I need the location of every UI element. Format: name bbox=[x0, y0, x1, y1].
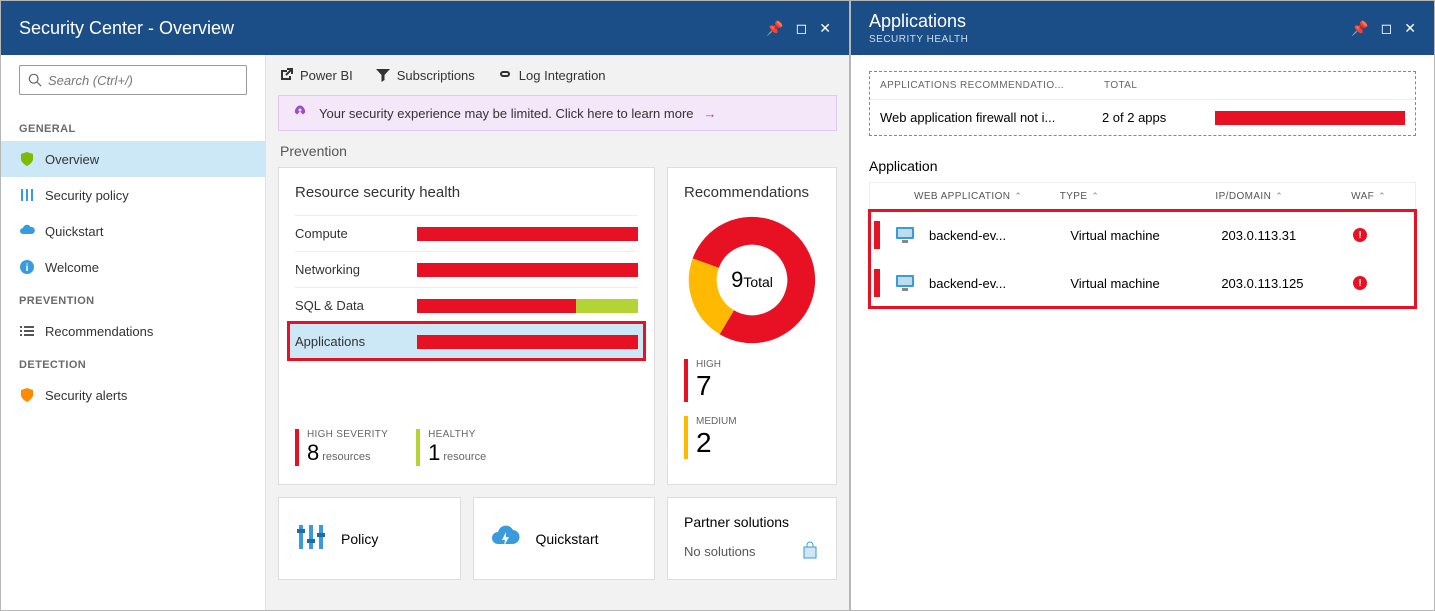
column-header-ip-domain[interactable]: IP/DOMAIN ⌃ bbox=[1215, 191, 1345, 202]
applications-title: Applications bbox=[869, 11, 968, 32]
column-header-waf[interactable]: WAF ⌃ bbox=[1351, 191, 1411, 202]
overview-title: Security Center - Overview bbox=[19, 18, 234, 39]
maximize-icon[interactable]: ◻ bbox=[1381, 20, 1393, 37]
close-icon[interactable]: ✕ bbox=[1404, 20, 1416, 37]
application-row[interactable]: backend-ev... Virtual machine 203.0.113.… bbox=[870, 259, 1415, 307]
card-title: Recommendations bbox=[684, 184, 820, 201]
sidebar-item-welcome[interactable]: i Welcome bbox=[1, 249, 265, 285]
row-networking[interactable]: Networking bbox=[295, 251, 638, 287]
vm-icon bbox=[894, 273, 917, 293]
row-sql-data[interactable]: SQL & Data bbox=[295, 287, 638, 323]
cloud-icon bbox=[19, 223, 35, 239]
search-input[interactable]: Search (Ctrl+/) bbox=[19, 65, 247, 95]
sidebar-item-label: Quickstart bbox=[45, 224, 104, 239]
metric-high-severity: HIGH SEVERITY 8resources bbox=[295, 429, 388, 466]
sort-icon: ⌃ bbox=[1091, 191, 1099, 202]
sidebar: Search (Ctrl+/) GENERAL Overview Securit… bbox=[1, 55, 266, 610]
sort-icon: ⌃ bbox=[1275, 191, 1283, 202]
bag-icon bbox=[800, 540, 820, 563]
waf-alert-icon: ! bbox=[1353, 228, 1367, 242]
toolbar: Power BI Subscriptions Log Integration bbox=[278, 55, 837, 95]
sidebar-item-security-alerts[interactable]: Security alerts bbox=[1, 377, 265, 413]
link-icon bbox=[497, 67, 513, 83]
metric-healthy: HEALTHY 1resource bbox=[416, 429, 486, 466]
sidebar-item-label: Overview bbox=[45, 152, 99, 167]
overview-blade: Security Center - Overview 📌 ◻ ✕ Search … bbox=[0, 0, 850, 611]
card-title: Resource security health bbox=[295, 184, 638, 201]
sidebar-item-label: Welcome bbox=[45, 260, 99, 275]
cloud-bolt-icon bbox=[490, 524, 522, 553]
policy-card[interactable]: Policy bbox=[278, 497, 461, 580]
column-header: TOTAL bbox=[1104, 80, 1137, 91]
pin-icon[interactable]: 📌 bbox=[766, 20, 783, 37]
waf-alert-icon: ! bbox=[1353, 276, 1367, 290]
sidebar-item-label: Recommendations bbox=[45, 324, 153, 339]
section-prevention: PREVENTION bbox=[1, 285, 265, 313]
prevention-heading: Prevention bbox=[280, 143, 837, 159]
sidebar-item-overview[interactable]: Overview bbox=[1, 141, 265, 177]
recommendations-donut: 9Total bbox=[687, 215, 817, 345]
column-header: APPLICATIONS RECOMMENDATIO... bbox=[880, 80, 1080, 91]
sliders-icon bbox=[295, 521, 327, 556]
sidebar-item-quickstart[interactable]: Quickstart bbox=[1, 213, 265, 249]
overview-main: Power BI Subscriptions Log Integration Y… bbox=[266, 55, 849, 610]
metric-rec-medium: MEDIUM 2 bbox=[684, 416, 820, 459]
sliders-icon bbox=[19, 187, 35, 203]
sidebar-item-label: Security policy bbox=[45, 188, 129, 203]
alert-shield-icon bbox=[19, 387, 35, 403]
quickstart-card[interactable]: Quickstart bbox=[473, 497, 656, 580]
external-icon bbox=[278, 67, 294, 83]
sidebar-item-security-policy[interactable]: Security policy bbox=[1, 177, 265, 213]
sort-icon: ⌃ bbox=[1014, 191, 1022, 202]
toolbar-powerbi[interactable]: Power BI bbox=[278, 67, 353, 83]
close-icon[interactable]: ✕ bbox=[819, 20, 831, 37]
limited-experience-banner[interactable]: Your security experience may be limited.… bbox=[278, 95, 837, 131]
column-header-web-application[interactable]: WEB APPLICATION ⌃ bbox=[914, 191, 1054, 202]
applications-recommendations-box: APPLICATIONS RECOMMENDATIO... TOTAL Web … bbox=[869, 71, 1416, 136]
overview-header: Security Center - Overview 📌 ◻ ✕ bbox=[1, 1, 849, 55]
sort-icon: ⌃ bbox=[1378, 191, 1386, 202]
severity-bar bbox=[1215, 111, 1405, 125]
application-section-title: Application bbox=[869, 158, 1416, 174]
severity-stripe bbox=[874, 269, 880, 297]
maximize-icon[interactable]: ◻ bbox=[796, 20, 808, 37]
pin-icon[interactable]: 📌 bbox=[1351, 20, 1368, 37]
toolbar-subscriptions[interactable]: Subscriptions bbox=[375, 67, 475, 83]
rocket-icon bbox=[291, 104, 309, 122]
recommendation-row[interactable]: Web application firewall not i... 2 of 2… bbox=[870, 100, 1415, 135]
search-icon bbox=[28, 73, 42, 87]
section-detection: DETECTION bbox=[1, 349, 265, 377]
application-row[interactable]: backend-ev... Virtual machine 203.0.113.… bbox=[870, 211, 1415, 259]
applications-subtitle: SECURITY HEALTH bbox=[869, 34, 968, 45]
svg-text:i: i bbox=[26, 263, 29, 274]
filter-icon bbox=[375, 67, 391, 83]
section-general: GENERAL bbox=[1, 113, 265, 141]
sidebar-item-label: Security alerts bbox=[45, 388, 127, 403]
shield-icon bbox=[19, 151, 35, 167]
row-compute[interactable]: Compute bbox=[295, 215, 638, 251]
recommendations-card[interactable]: Recommendations 9Total HIGH bbox=[667, 167, 837, 485]
resource-security-health-card: Resource security health Compute Network… bbox=[278, 167, 655, 485]
vm-icon bbox=[894, 225, 917, 245]
partner-solutions-card[interactable]: Partner solutions No solutions bbox=[667, 497, 837, 580]
severity-stripe bbox=[874, 221, 880, 249]
applications-blade: Applications SECURITY HEALTH 📌 ◻ ✕ APPLI… bbox=[850, 0, 1435, 611]
application-rows-highlight: backend-ev... Virtual machine 203.0.113.… bbox=[870, 211, 1415, 307]
list-icon bbox=[19, 323, 35, 339]
metric-rec-high: HIGH 7 bbox=[684, 359, 820, 402]
info-icon: i bbox=[19, 259, 35, 275]
toolbar-log-integration[interactable]: Log Integration bbox=[497, 67, 606, 83]
arrow-right-icon: → bbox=[704, 106, 717, 121]
application-table: WEB APPLICATION ⌃ TYPE ⌃ IP/DOMAIN ⌃ WAF… bbox=[869, 182, 1416, 308]
row-applications[interactable]: Applications bbox=[289, 323, 644, 359]
applications-header: Applications SECURITY HEALTH 📌 ◻ ✕ bbox=[851, 1, 1434, 55]
column-header-type[interactable]: TYPE ⌃ bbox=[1060, 191, 1210, 202]
sidebar-item-recommendations[interactable]: Recommendations bbox=[1, 313, 265, 349]
